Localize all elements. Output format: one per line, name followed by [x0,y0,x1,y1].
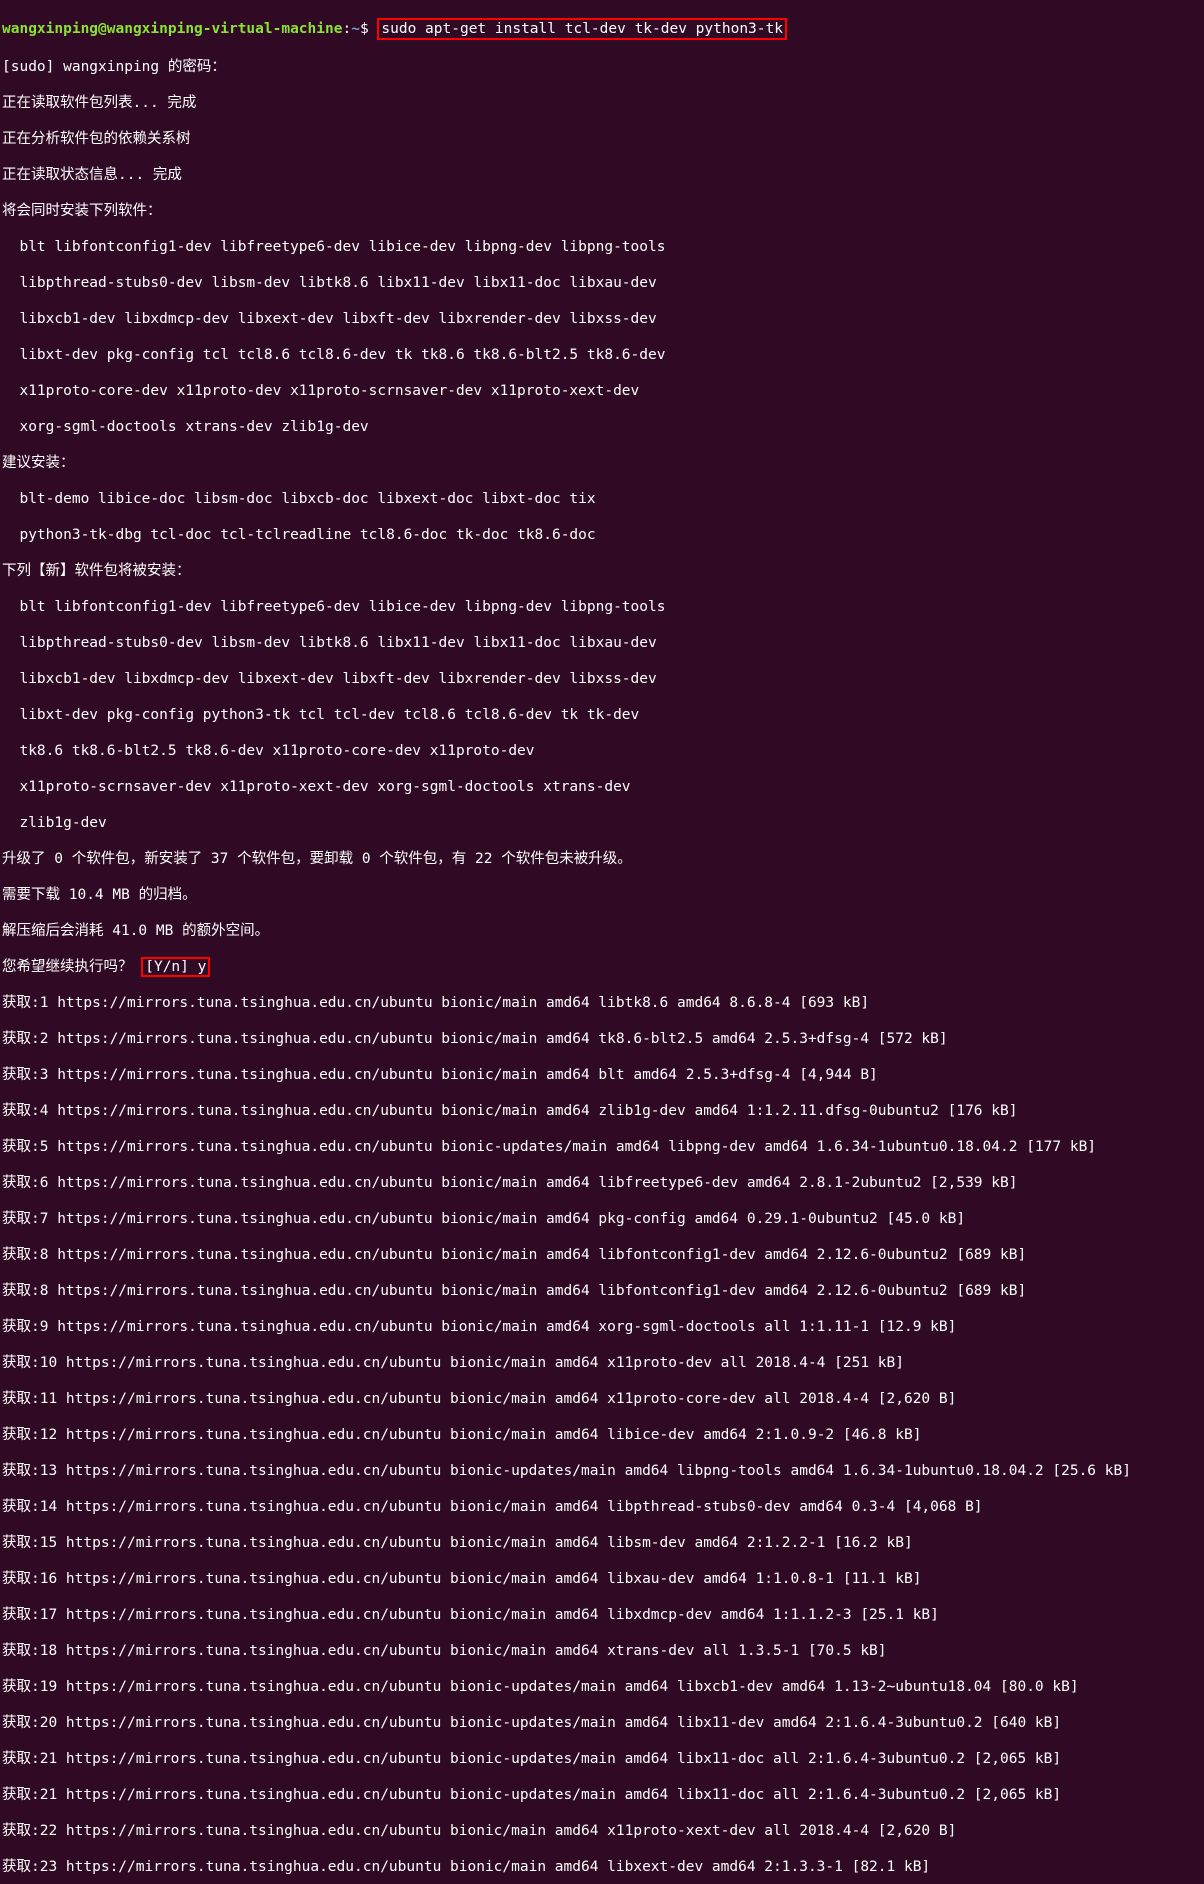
fetch-line: 获取:23 https://mirrors.tuna.tsinghua.edu.… [2,1858,1202,1876]
fetch-line: 获取:4 https://mirrors.tuna.tsinghua.edu.c… [2,1102,1202,1120]
output-line: 升级了 0 个软件包，新安装了 37 个软件包，要卸载 0 个软件包，有 22 … [2,850,1202,868]
output-line: libxcb1-dev libxdmcp-dev libxext-dev lib… [2,670,1202,688]
output-line: python3-tk-dbg tcl-doc tcl-tclreadline t… [2,526,1202,544]
fetch-line: 获取:10 https://mirrors.tuna.tsinghua.edu.… [2,1354,1202,1372]
output-line: libpthread-stubs0-dev libsm-dev libtk8.6… [2,274,1202,292]
output-line: 正在读取状态信息... 完成 [2,166,1202,184]
fetch-line: 获取:16 https://mirrors.tuna.tsinghua.edu.… [2,1570,1202,1588]
fetch-line: 获取:21 https://mirrors.tuna.tsinghua.edu.… [2,1786,1202,1804]
fetch-line: 获取:18 https://mirrors.tuna.tsinghua.edu.… [2,1642,1202,1660]
fetch-line: 获取:12 https://mirrors.tuna.tsinghua.edu.… [2,1426,1202,1444]
output-line: 需要下载 10.4 MB 的归档。 [2,886,1202,904]
output-line: 下列【新】软件包将被安装： [2,562,1202,580]
output-line: libxt-dev pkg-config tcl tcl8.6 tcl8.6-d… [2,346,1202,364]
confirm-prompt-line[interactable]: 您希望继续执行吗？ [Y/n] y [2,958,1202,976]
fetch-line: 获取:22 https://mirrors.tuna.tsinghua.edu.… [2,1822,1202,1840]
fetch-line: 获取:19 https://mirrors.tuna.tsinghua.edu.… [2,1678,1202,1696]
output-line: blt libfontconfig1-dev libfreetype6-dev … [2,598,1202,616]
fetch-line: 获取:8 https://mirrors.tuna.tsinghua.edu.c… [2,1282,1202,1300]
command-line: wangxinping@wangxinping-virtual-machine:… [2,18,1202,40]
terminal-output[interactable]: wangxinping@wangxinping-virtual-machine:… [0,0,1204,1884]
output-line: 建议安装： [2,454,1202,472]
prompt-dollar: $ [360,21,377,37]
output-line: 解压缩后会消耗 41.0 MB 的额外空间。 [2,922,1202,940]
output-line: 将会同时安装下列软件： [2,202,1202,220]
fetch-line: 获取:7 https://mirrors.tuna.tsinghua.edu.c… [2,1210,1202,1228]
confirm-prompt-text: 您希望继续执行吗？ [2,959,141,975]
output-line: [sudo] wangxinping 的密码： [2,58,1202,76]
output-line: 正在读取软件包列表... 完成 [2,94,1202,112]
fetch-line: 获取:13 https://mirrors.tuna.tsinghua.edu.… [2,1462,1202,1480]
output-line: tk8.6 tk8.6-blt2.5 tk8.6-dev x11proto-co… [2,742,1202,760]
fetch-line: 获取:5 https://mirrors.tuna.tsinghua.edu.c… [2,1138,1202,1156]
output-line: libxt-dev pkg-config python3-tk tcl tcl-… [2,706,1202,724]
fetch-line: 获取:14 https://mirrors.tuna.tsinghua.edu.… [2,1498,1202,1516]
output-line: zlib1g-dev [2,814,1202,832]
highlighted-command: sudo apt-get install tcl-dev tk-dev pyth… [377,18,787,40]
highlighted-confirm: [Y/n] y [141,957,210,977]
fetch-line: 获取:6 https://mirrors.tuna.tsinghua.edu.c… [2,1174,1202,1192]
fetch-line: 获取:15 https://mirrors.tuna.tsinghua.edu.… [2,1534,1202,1552]
prompt-colon: : [342,21,351,37]
fetch-line: 获取:11 https://mirrors.tuna.tsinghua.edu.… [2,1390,1202,1408]
output-line: blt-demo libice-doc libsm-doc libxcb-doc… [2,490,1202,508]
prompt-path: ~ [351,21,360,37]
prompt-user-host: wangxinping@wangxinping-virtual-machine [2,21,342,37]
fetch-line: 获取:21 https://mirrors.tuna.tsinghua.edu.… [2,1750,1202,1768]
output-line: x11proto-core-dev x11proto-dev x11proto-… [2,382,1202,400]
output-line: libxcb1-dev libxdmcp-dev libxext-dev lib… [2,310,1202,328]
output-line: xorg-sgml-doctools xtrans-dev zlib1g-dev [2,418,1202,436]
output-line: x11proto-scrnsaver-dev x11proto-xext-dev… [2,778,1202,796]
fetch-line: 获取:1 https://mirrors.tuna.tsinghua.edu.c… [2,994,1202,1012]
output-line: blt libfontconfig1-dev libfreetype6-dev … [2,238,1202,256]
output-line: 正在分析软件包的依赖关系树 [2,130,1202,148]
fetch-line: 获取:2 https://mirrors.tuna.tsinghua.edu.c… [2,1030,1202,1048]
fetch-line: 获取:9 https://mirrors.tuna.tsinghua.edu.c… [2,1318,1202,1336]
fetch-line: 获取:17 https://mirrors.tuna.tsinghua.edu.… [2,1606,1202,1624]
fetch-line: 获取:8 https://mirrors.tuna.tsinghua.edu.c… [2,1246,1202,1264]
fetch-line: 获取:20 https://mirrors.tuna.tsinghua.edu.… [2,1714,1202,1732]
output-line: libpthread-stubs0-dev libsm-dev libtk8.6… [2,634,1202,652]
fetch-line: 获取:3 https://mirrors.tuna.tsinghua.edu.c… [2,1066,1202,1084]
